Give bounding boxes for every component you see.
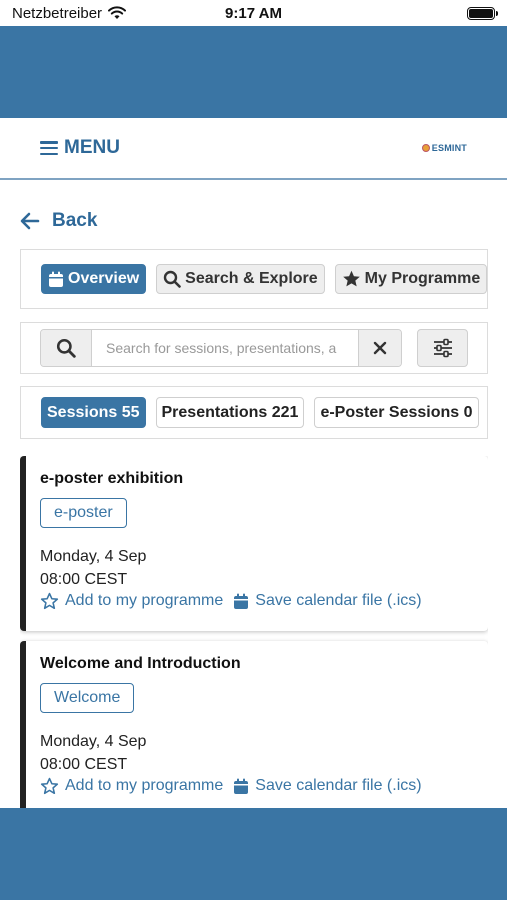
session-title: e-poster exhibition [40, 470, 184, 487]
menu-label: MENU [64, 137, 120, 158]
esmint-logo[interactable]: ESMINT [421, 143, 467, 153]
tab-presentations[interactable]: Presentations 221 [155, 397, 305, 428]
session-time: 08:00 CEST [40, 571, 128, 588]
save-calendar-button[interactable]: Save calendar file (.ics) [233, 777, 422, 795]
search-bar [40, 329, 403, 367]
star-outline-icon [40, 777, 59, 795]
search-icon [56, 338, 76, 358]
calendar-icon [234, 593, 249, 609]
bottom-banner [0, 808, 507, 900]
filter-button[interactable] [417, 329, 468, 367]
app-header: MENU ESMINT [0, 118, 507, 180]
back-label: Back [52, 210, 98, 231]
session-date: Monday, 4 Sep [40, 548, 147, 565]
tab-search-explore[interactable]: Search & Explore [156, 264, 325, 294]
search-panel [20, 322, 488, 374]
tab-overview-label: Overview [68, 270, 140, 287]
sliders-icon [433, 338, 452, 358]
add-to-programme-button[interactable]: Add to my programme [40, 592, 223, 610]
session-title: Welcome and Introduction [40, 655, 241, 672]
tab-sessions[interactable]: Sessions 55 [41, 397, 146, 428]
calendar-icon [49, 271, 63, 287]
session-tag[interactable]: e-poster [40, 498, 127, 528]
session-card[interactable]: e-poster exhibition e-poster Monday, 4 S… [20, 456, 488, 631]
logo-text: ESMINT [431, 143, 467, 153]
calendar-icon [234, 778, 249, 794]
session-list: e-poster exhibition e-poster Monday, 4 S… [20, 456, 488, 808]
tab-my-programme-label: My Programme [364, 270, 481, 287]
hamburger-icon [40, 141, 58, 155]
session-tag[interactable]: Welcome [40, 683, 135, 713]
tab-overview[interactable]: Overview [41, 264, 147, 294]
back-button[interactable]: Back [20, 210, 97, 232]
tab-search-explore-label: Search & Explore [185, 270, 318, 287]
logo-mark-icon [421, 144, 430, 152]
top-banner [0, 26, 507, 118]
wifi-icon [108, 6, 127, 19]
battery-icon [467, 6, 498, 20]
save-calendar-button[interactable]: Save calendar file (.ics) [233, 592, 422, 610]
carrier-group: Netzbetreiber [12, 5, 467, 22]
clear-search-button[interactable] [358, 330, 402, 366]
tab-my-programme[interactable]: My Programme [334, 264, 488, 294]
search-submit-button[interactable] [41, 330, 92, 366]
save-calendar-label: Save calendar file (.ics) [255, 777, 422, 794]
add-to-programme-label: Add to my programme [65, 777, 224, 794]
star-outline-icon [40, 592, 59, 610]
session-time: 08:00 CEST [40, 756, 128, 773]
tab-eposter-sessions[interactable]: e-Poster Sessions 0 [314, 397, 479, 428]
save-calendar-label: Save calendar file (.ics) [255, 592, 422, 609]
menu-button[interactable]: MENU [40, 137, 120, 159]
arrow-left-icon [20, 212, 40, 230]
add-to-programme-button[interactable]: Add to my programme [40, 777, 223, 795]
type-tabs: Sessions 55 Presentations 221 e-Poster S… [20, 386, 488, 439]
carrier-label: Netzbetreiber [12, 4, 103, 22]
status-bar: Netzbetreiber 9:17 AM [0, 0, 507, 26]
session-actions: Add to my programme Save calendar file (… [40, 592, 474, 610]
search-icon [163, 270, 181, 288]
session-actions: Add to my programme Save calendar file (… [40, 777, 474, 795]
main-tabs: Overview Search & Explore My Programme [20, 249, 488, 309]
add-to-programme-label: Add to my programme [65, 592, 224, 609]
session-date: Monday, 4 Sep [40, 733, 147, 750]
search-input[interactable] [92, 330, 359, 366]
close-icon [373, 341, 387, 355]
session-card[interactable]: Welcome and Introduction Welcome Monday,… [20, 641, 488, 808]
star-icon [342, 270, 360, 287]
